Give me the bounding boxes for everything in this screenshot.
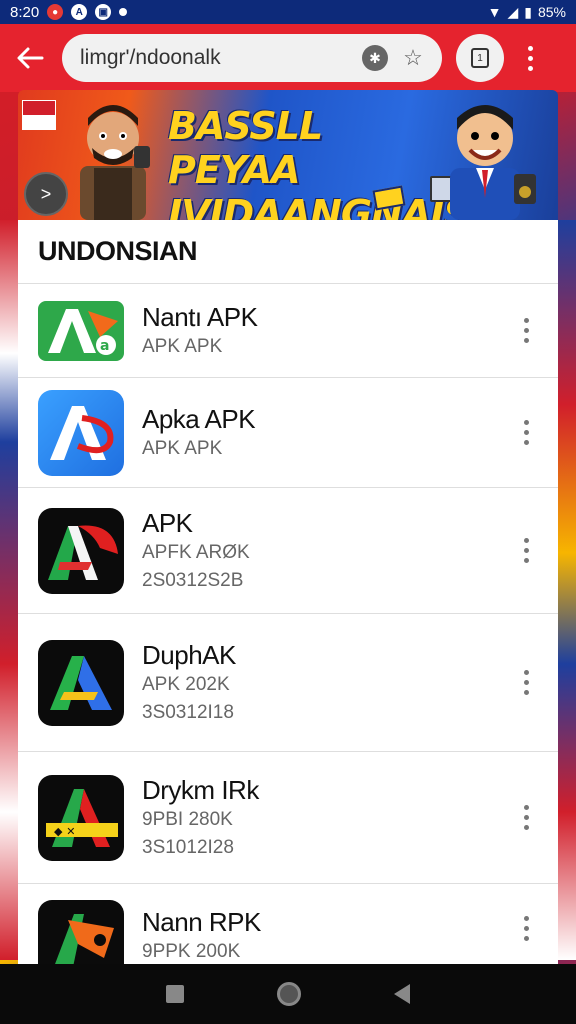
back-arrow-svg	[17, 47, 44, 69]
url-bar[interactable]: limgr'/ndoonalk ✱ ☆	[62, 34, 442, 82]
app-text: DuphAK APK 202K 3S0312I18	[142, 639, 514, 727]
url-text[interactable]: limgr'/ndoonalk	[80, 46, 352, 70]
app-logo-a-icon	[50, 405, 114, 460]
bookmark-star-icon[interactable]: ☆	[398, 43, 428, 73]
app-name: Nann RPK	[142, 907, 261, 937]
app-name: DuphAK	[142, 639, 236, 670]
app-row[interactable]: DuphAK APK 202K 3S0312I18	[18, 614, 558, 752]
app-info: 9PBI 280K	[142, 808, 233, 830]
flag-icon	[22, 100, 56, 130]
system-nav-bar	[0, 964, 576, 1024]
app-info: APK APK	[142, 335, 223, 357]
more-vert-icon[interactable]	[514, 531, 538, 571]
app-row[interactable]: APK APFK ARØK 2S0312S2B	[18, 488, 558, 614]
tabs-button[interactable]: 1	[456, 34, 504, 82]
wifi-icon: ▼	[487, 4, 502, 20]
status-bar: 8:20 ● A ▣ ▼ ◢ ▮ 85%	[0, 0, 576, 24]
app-info-secondary: 3S1012I28	[142, 836, 234, 858]
app-row[interactable]: Apka APK APK APK	[18, 378, 558, 488]
app-row[interactable]: a Nantı APK APK APK	[18, 284, 558, 378]
banner-title-line1: BASSLL PEYAA	[168, 104, 323, 192]
app-info-secondary: 3S0312I18	[142, 701, 234, 723]
section-title: UNDONSIAN	[18, 220, 558, 284]
status-left: 8:20 ● A ▣	[10, 3, 128, 21]
app-info: APFK ARØK	[142, 541, 250, 563]
app-icon-green-a: a	[38, 300, 124, 361]
more-vert-icon[interactable]	[514, 908, 538, 948]
cartoon-man-left-image	[80, 105, 150, 220]
app-logo-a-icon	[48, 525, 118, 580]
svg-text:a: a	[100, 338, 109, 354]
browser-toolbar: limgr'/ndoonalk ✱ ☆ 1	[0, 24, 576, 92]
app-info: APK 202K	[142, 673, 230, 695]
dot-notification-icon	[119, 8, 128, 16]
more-vert-icon[interactable]	[518, 38, 542, 78]
translate-icon[interactable]: ✱	[362, 45, 388, 71]
signal-icon: ◢	[507, 3, 519, 20]
more-vert-icon[interactable]	[514, 663, 538, 703]
tabs-icon: 1	[471, 48, 489, 68]
app-notification-icon: A	[71, 4, 88, 20]
app-icon-black-a	[38, 507, 124, 594]
app-info: 9PPK 200K	[142, 941, 241, 962]
app-logo-a-icon: a	[48, 308, 118, 355]
app-name: Nantı APK	[142, 301, 258, 332]
app-text: Nantı APK APK APK	[142, 301, 514, 361]
status-right: ▼ ◢ ▮ 85%	[488, 4, 566, 21]
app-text: APK APFK ARØK 2S0312S2B	[142, 507, 514, 595]
app-info-secondary: 2S0312S2B	[142, 569, 244, 591]
more-vert-icon[interactable]	[514, 798, 538, 838]
app-name: Apka APK	[142, 403, 256, 434]
battery-percent: 85%	[537, 4, 566, 20]
more-vert-icon[interactable]	[514, 311, 538, 351]
app-name: Drykm IRk	[142, 774, 259, 805]
app-logo-a-icon	[55, 914, 114, 964]
app-text: Apka APK APK APK	[142, 403, 514, 463]
app-info: APK APK	[142, 437, 223, 459]
app-icon-black-orange-a	[38, 900, 124, 964]
app-icon-black-blue-a	[38, 639, 124, 726]
banner-next-icon[interactable]: >	[24, 172, 68, 216]
battery-icon: ▮	[524, 3, 532, 20]
page: 8:20 ● A ▣ ▼ ◢ ▮ 85% limgr'/ndoonalk ✱ ☆…	[0, 0, 576, 1024]
app-logo-a-icon	[50, 655, 112, 710]
recents-icon[interactable]	[166, 985, 185, 1003]
app-text: Nann RPK 9PPK 200K	[142, 900, 514, 964]
app-logo-a-icon: ◆ ✕	[46, 788, 118, 847]
app-row[interactable]: Nann RPK 9PPK 200K	[18, 884, 558, 964]
back-arrow-icon[interactable]	[8, 36, 52, 80]
notification-icon: ●	[47, 4, 64, 20]
svg-text:◆ ✕: ◆ ✕	[54, 825, 76, 838]
app-icon-black-red-a: ◆ ✕	[38, 774, 124, 861]
home-icon[interactable]	[276, 982, 301, 1006]
app-row[interactable]: ◆ ✕ Drykm IRk 9PBI 280K 3S1012I28	[18, 752, 558, 884]
app-icon-blue-a	[38, 389, 124, 476]
app-list-panel: UNDONSIAN a Nantı APK APK APK Apka APK A…	[18, 220, 558, 964]
app-text: Drykm IRk 9PBI 280K 3S1012I28	[142, 774, 514, 862]
app-name: APK	[142, 507, 193, 538]
image-notification-icon: ▣	[95, 4, 112, 20]
status-time: 8:20	[10, 3, 40, 21]
nav-back-icon[interactable]	[393, 984, 410, 1004]
promo-banner[interactable]: BASSLL PEYAA IVIDAANGNAIS >	[18, 90, 558, 220]
more-vert-icon[interactable]	[514, 413, 538, 453]
cartoon-man-right-image	[450, 105, 536, 220]
